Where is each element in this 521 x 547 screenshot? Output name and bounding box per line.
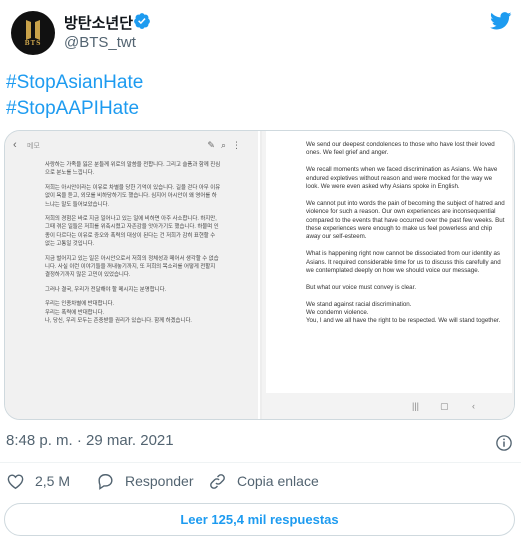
note-paragraph: But what our voice must convey is clear. [306, 283, 417, 291]
note-toolbar-icons: ✎⌕⋮ [207, 140, 247, 150]
like-button[interactable]: 2,5 M [6, 466, 70, 496]
heart-icon [7, 473, 24, 489]
note-paragraph: We send our deepest condolences to those… [306, 141, 495, 157]
media-image-english[interactable]: We send our deepest condolences to those… [262, 131, 514, 419]
like-count: 2,5 M [35, 473, 71, 489]
tweet-media: ‹ 메모 ✎⌕⋮ 사랑하는 가족을 잃은 분들께 위로의 말씀을 전합니다. 그… [4, 130, 515, 420]
twitter-bird-icon[interactable] [490, 12, 512, 35]
tweet-header: BTS 방탄소년단 @BTS_twt [0, 0, 521, 64]
note-body: 사랑하는 가족을 잃은 분들께 위로의 말씀을 전합니다. 그리고 슬픔과 함께… [45, 161, 221, 332]
tweet-actions: 2,5 M Responder Copia enlace [0, 466, 521, 496]
read-replies-button[interactable]: Leer 125,4 mil respuestas [4, 503, 515, 536]
android-nav-bar: ||| ▢ ‹ [262, 393, 514, 419]
avatar-logo-text: BTS [24, 40, 42, 47]
avatar[interactable]: BTS [11, 11, 55, 55]
hashtag-link[interactable]: #StopAAPIHate [6, 96, 143, 122]
note-body: We send our deepest condolences to those… [306, 141, 506, 334]
note-paragraph: We recall moments when we faced discrimi… [306, 166, 498, 191]
reply-label: Responder [125, 473, 194, 489]
tweet-text: #StopAsianHate #StopAAPIHate [6, 70, 143, 122]
note-page: We send our deepest condolences to those… [266, 131, 512, 393]
bts-logo-icon [26, 20, 40, 40]
author-handle[interactable]: @BTS_twt [64, 34, 136, 51]
back-arrow-icon: ‹ [13, 139, 17, 151]
note-paragraph: We cannot put into words the pain of bec… [306, 199, 505, 241]
note-app-title: 메모 [27, 143, 40, 150]
reply-button[interactable]: Responder [96, 466, 194, 496]
note-paragraph: 저희의 경험은 바로 지금 일어나고 있는 일에 비하면 아주 사소합니다. 하… [45, 216, 219, 248]
recents-icon: ||| [412, 401, 420, 411]
divider [0, 462, 521, 463]
back-icon: ‹ [472, 401, 475, 411]
link-icon [210, 473, 225, 489]
copy-link-label: Copia enlace [237, 473, 319, 489]
note-paragraph: What is happening right now cannot be di… [306, 250, 501, 275]
author-display-name[interactable]: 방탄소년단 [64, 12, 133, 33]
home-icon: ▢ [440, 401, 449, 411]
tweet-timestamp[interactable]: 8:48 p. m. · 29 mar. 2021 [6, 432, 174, 449]
info-icon[interactable] [495, 434, 513, 457]
note-paragraph: We stand against racial discrimination. … [306, 300, 501, 325]
note-paragraph: 그러나 결국, 우리가 전달해야 할 메시지는 분명합니다. [45, 286, 167, 293]
reply-bubble-icon [98, 473, 113, 490]
copy-link-button[interactable]: Copia enlace [208, 466, 319, 496]
hashtag-link[interactable]: #StopAsianHate [6, 70, 143, 96]
note-app-toolbar: ‹ 메모 ✎⌕⋮ [13, 139, 251, 157]
note-paragraph: 사랑하는 가족을 잃은 분들께 위로의 말씀을 전합니다. 그리고 슬픔과 함께… [45, 162, 221, 177]
verified-badge-icon [133, 12, 151, 35]
media-image-korean[interactable]: ‹ 메모 ✎⌕⋮ 사랑하는 가족을 잃은 분들께 위로의 말씀을 전합니다. 그… [5, 131, 260, 419]
note-paragraph: 지금 벌어지고 있는 일은 아시안으로서 저희의 정체성과 떼어서 생각할 수 … [45, 255, 219, 279]
note-paragraph: 우리는 인종차별에 반대합니다. 우리는 폭력에 반대합니다. 나, 당신, 우… [45, 301, 192, 325]
note-paragraph: 저희는 아시안이라는 이유로 차별을 당한 기억이 있습니다. 길을 걷다 아무… [45, 184, 221, 208]
